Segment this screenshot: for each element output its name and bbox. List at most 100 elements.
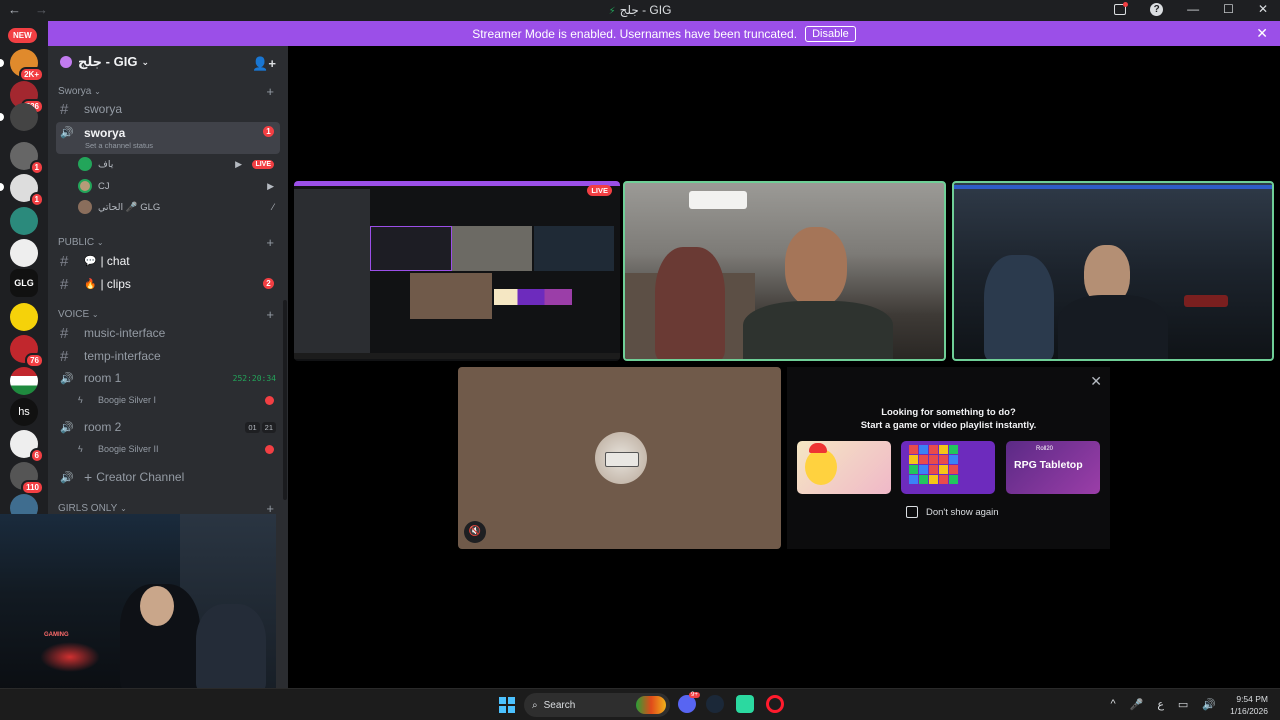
network-icon[interactable]: ▭ bbox=[1178, 698, 1188, 711]
category-girls-only[interactable]: GIRLS ONLY ⌄ + bbox=[58, 501, 278, 516]
speaker-icon: 🔊 bbox=[60, 421, 74, 434]
camera-tile-user[interactable] bbox=[952, 181, 1274, 361]
server-icon-glg[interactable]: GLG bbox=[10, 269, 38, 297]
camera-tile-cj[interactable] bbox=[623, 181, 946, 361]
create-channel-icon[interactable]: + bbox=[266, 235, 274, 250]
server-icon[interactable]: 2K+ bbox=[10, 49, 44, 82]
sidebar-scrollbar[interactable] bbox=[283, 300, 287, 500]
channel-temp-interface[interactable]: # temp-interface bbox=[56, 345, 280, 367]
category-voice[interactable]: VOICE ⌄ + bbox=[58, 307, 278, 322]
chat-bubble-icon: 💬 bbox=[84, 255, 97, 267]
channel-clips[interactable]: # 🔥 | clips 2 bbox=[56, 273, 280, 295]
create-channel-icon[interactable]: + bbox=[266, 307, 274, 322]
mention-badge: 1 bbox=[29, 160, 44, 175]
activity-timer: 252:20:34 bbox=[232, 373, 276, 383]
create-channel-icon[interactable]: + bbox=[266, 84, 274, 99]
participant-avatar-tile[interactable]: 🔇 bbox=[458, 367, 781, 549]
discord-window: { "titlebar": { "back_icon": "←", "forwa… bbox=[0, 0, 1280, 720]
avatar bbox=[78, 179, 92, 193]
self-camera-preview[interactable]: GAMING bbox=[0, 514, 276, 692]
new-badge[interactable]: NEW bbox=[8, 28, 37, 43]
channel-label: room 2 bbox=[84, 420, 122, 434]
category-public[interactable]: PUBLIC ⌄ + bbox=[58, 235, 278, 250]
server-icon[interactable] bbox=[10, 367, 38, 395]
discord-taskbar-icon[interactable]: 9+ bbox=[678, 692, 700, 713]
steam-taskbar-icon[interactable] bbox=[706, 695, 724, 713]
taskbar-clock[interactable]: 9:54 PM 1/16/2026 bbox=[1230, 693, 1268, 717]
disable-button[interactable]: Disable bbox=[805, 25, 856, 42]
voice-user-row[interactable]: CJ ▶ bbox=[78, 176, 278, 196]
invite-people-icon[interactable]: 👤+ bbox=[252, 56, 276, 72]
server-icon-hs[interactable]: hs bbox=[10, 398, 38, 426]
channel-badge: 2 bbox=[263, 278, 274, 289]
speaker-icon: 🔊 bbox=[60, 372, 74, 385]
activity-card-title: RPG Tabletop bbox=[1014, 459, 1083, 471]
mention-badge: 76 bbox=[25, 353, 44, 368]
server-icon[interactable]: 1 bbox=[10, 174, 44, 207]
category-label: VOICE bbox=[58, 309, 90, 320]
activity-card-blocks[interactable] bbox=[901, 441, 995, 494]
channel-sworya-text[interactable]: # sworya bbox=[56, 98, 280, 120]
close-window-icon[interactable]: ✕ bbox=[1258, 2, 1268, 16]
category-sworya[interactable]: Sworya ⌄ + bbox=[58, 84, 278, 99]
bot-icon: ϟ bbox=[78, 395, 83, 405]
voice-user-row[interactable]: الحاتي 🎤 GLG ⁄ bbox=[78, 197, 278, 217]
taskbar-search[interactable]: ⌕ Search bbox=[524, 693, 670, 717]
unread-pill bbox=[0, 113, 4, 121]
live-badge: LIVE bbox=[252, 159, 274, 169]
hash-icon: # bbox=[60, 324, 69, 342]
server-icon[interactable]: 1 bbox=[10, 142, 44, 175]
activity-card-rpg-tabletop[interactable]: Roll20 RPG Tabletop bbox=[1006, 441, 1100, 494]
channel-sworya-voice[interactable]: 🔊 sworya 1 Set a channel status bbox=[56, 122, 280, 154]
checkbox-label: Don't show again bbox=[926, 506, 999, 518]
screen-share-tile[interactable]: LIVE bbox=[294, 181, 620, 361]
suggestion-heading: Looking for something to do? bbox=[881, 407, 1016, 418]
avatar bbox=[595, 432, 647, 484]
channel-label: sworya bbox=[84, 102, 123, 116]
shared-screen-content bbox=[294, 353, 620, 359]
channel-room2[interactable]: 🔊 room 2 01 21 bbox=[56, 416, 280, 438]
system-tray: ^ 🎤 ع ▭ 🔊 bbox=[1110, 698, 1216, 711]
close-icon[interactable]: ✕ bbox=[1090, 373, 1102, 390]
server-icon[interactable]: 6 bbox=[10, 430, 44, 463]
mention-badge: 2K+ bbox=[19, 67, 44, 82]
input-language[interactable]: ع bbox=[1157, 698, 1164, 711]
channel-status[interactable]: Set a channel status bbox=[85, 141, 153, 150]
clock-date: 1/16/2026 bbox=[1230, 706, 1268, 716]
bot-user-row[interactable]: ϟ Boogie Silver I bbox=[78, 390, 278, 410]
voice-user-row[interactable]: ياف ▶ LIVE bbox=[78, 154, 278, 174]
channel-label: sworya bbox=[84, 126, 126, 140]
server-icon[interactable] bbox=[10, 239, 38, 267]
tray-chevron-icon[interactable]: ^ bbox=[1110, 698, 1115, 711]
server-icon[interactable] bbox=[10, 103, 38, 131]
channel-badge: 1 bbox=[263, 126, 274, 137]
channel-room1[interactable]: 🔊 room 1 252:20:34 bbox=[56, 367, 280, 389]
activity-card-chick[interactable] bbox=[797, 441, 891, 494]
server-icon[interactable] bbox=[10, 207, 38, 235]
video-icon: ▶ bbox=[267, 180, 274, 191]
checkbox-icon[interactable] bbox=[906, 506, 918, 518]
server-header[interactable]: جلج - GIG ⌄ 👤+ bbox=[48, 46, 288, 78]
hash-icon: # bbox=[60, 252, 69, 270]
server-icon[interactable]: 110 bbox=[10, 462, 44, 495]
windows-start-icon[interactable] bbox=[499, 697, 515, 713]
opera-taskbar-icon[interactable] bbox=[766, 695, 784, 713]
app-taskbar-icon[interactable] bbox=[736, 695, 754, 713]
channel-creator[interactable]: 🔊 + Creator Channel bbox=[56, 466, 280, 488]
bot-user-row[interactable]: ϟ Boogie Silver II bbox=[78, 439, 278, 459]
inbox-icon[interactable] bbox=[1114, 1, 1129, 15]
banner-close-icon[interactable]: ✕ bbox=[1256, 25, 1268, 42]
search-icon: ⌕ bbox=[532, 699, 538, 711]
deafened-icon bbox=[265, 444, 274, 454]
channel-music-interface[interactable]: # music-interface bbox=[56, 322, 280, 344]
volume-icon[interactable]: 🔊 bbox=[1202, 698, 1216, 711]
maximize-icon[interactable]: ☐ bbox=[1223, 2, 1234, 16]
channel-chat[interactable]: # 💬 | chat bbox=[56, 250, 280, 272]
dont-show-again-checkbox[interactable]: Don't show again bbox=[906, 506, 999, 518]
roll20-logo: Roll20 bbox=[1036, 446, 1054, 452]
help-icon[interactable]: ? bbox=[1150, 2, 1164, 16]
server-icon[interactable] bbox=[10, 303, 38, 331]
minimize-icon[interactable]: — bbox=[1187, 2, 1199, 16]
server-icon[interactable]: 76 bbox=[10, 335, 44, 368]
microphone-icon[interactable]: 🎤 bbox=[1130, 698, 1144, 711]
